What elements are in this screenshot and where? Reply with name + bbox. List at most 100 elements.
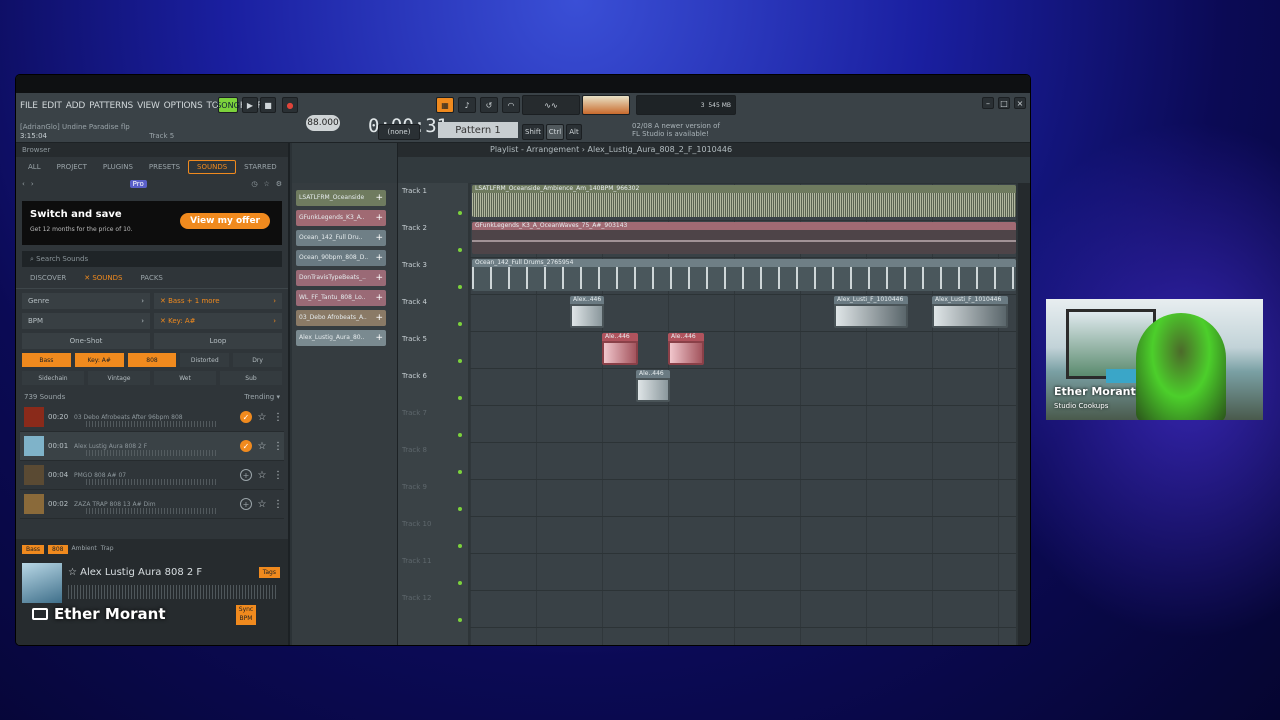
track-active-led[interactable] <box>458 507 462 511</box>
audio-clip[interactable]: GFunkLegends_K3_A_OceanWaves_75_A#_90314… <box>472 222 1016 254</box>
sound-row[interactable]: 00:02 ZAZA TRAP 808 13 A# Dim + ☆ ⋮ <box>20 490 284 519</box>
tab-all[interactable]: ALL <box>20 161 49 173</box>
player-tag[interactable]: Bass <box>22 545 45 554</box>
track-active-led[interactable] <box>458 322 462 326</box>
stop-button[interactable]: ■ <box>260 97 276 113</box>
subtab-sounds[interactable]: ✕ SOUNDS <box>84 274 122 282</box>
oneshot-toggle[interactable]: One-Shot <box>22 333 150 349</box>
countdown-button[interactable]: ◠ <box>502 97 520 113</box>
song-mode-button[interactable]: SONG <box>216 97 240 113</box>
sound-row[interactable]: 00:01 Alex Lustig Aura 808 2 F ✓ ☆ ⋮ <box>20 432 284 461</box>
track-label[interactable]: Track 6 <box>402 372 427 380</box>
filter-key[interactable]: ✕ Key: A# › <box>154 313 282 329</box>
track-active-led[interactable] <box>458 396 462 400</box>
add-icon[interactable]: + <box>240 498 252 510</box>
track-label[interactable]: Track 11 <box>402 557 431 565</box>
check-icon[interactable]: ✓ <box>240 411 252 423</box>
tab-presets[interactable]: PRESETS <box>141 161 188 173</box>
star-icon[interactable]: ☆ <box>256 441 268 452</box>
track-label[interactable]: Track 9 <box>402 483 427 491</box>
track-active-led[interactable] <box>458 433 462 437</box>
star-icon[interactable]: ☆ <box>256 470 268 481</box>
tag-distorted[interactable]: Distorted <box>180 353 230 367</box>
back-icon[interactable]: ‹ <box>22 180 25 188</box>
track-label[interactable]: Track 5 <box>402 335 427 343</box>
tab-starred[interactable]: STARRED <box>236 161 285 173</box>
tag-bass[interactable]: Bass <box>22 353 71 367</box>
menu-add[interactable]: ADD <box>66 101 86 111</box>
more-icon[interactable]: ⋮ <box>272 412 284 423</box>
channel-item[interactable]: GFunkLegends_K3_A.. + <box>296 210 386 226</box>
audio-clip[interactable]: Alex_Lusti_F_1010446 <box>932 296 1008 328</box>
track-active-led[interactable] <box>458 285 462 289</box>
menu-edit[interactable]: EDIT <box>42 101 62 111</box>
track-active-led[interactable] <box>458 211 462 215</box>
more-icon[interactable]: ⋮ <box>272 499 284 510</box>
tab-sounds[interactable]: SOUNDS <box>188 160 237 174</box>
add-icon[interactable]: + <box>375 333 383 343</box>
sound-row[interactable]: 00:20 03 Debo Afrobeats After 96bpm 808 … <box>20 403 284 432</box>
minimize-icon[interactable]: – <box>982 97 994 109</box>
sync-bpm-button[interactable]: Sync BPM <box>236 605 256 625</box>
add-icon[interactable]: + <box>375 253 383 263</box>
close-icon[interactable]: × <box>1014 97 1026 109</box>
track-label[interactable]: Track 3 <box>402 261 427 269</box>
add-icon[interactable]: + <box>240 469 252 481</box>
more-icon[interactable]: ⋮ <box>272 441 284 452</box>
track-label[interactable]: Track 4 <box>402 298 427 306</box>
channel-item[interactable]: 03_Debo Afrobeats_A.. + <box>296 310 386 326</box>
update-notice[interactable]: 02/08 A newer version of FL Studio is av… <box>632 122 722 138</box>
channel-item[interactable]: WL_FF_Tantu_808_Lo.. + <box>296 290 386 306</box>
menu-patterns[interactable]: PATTERNS <box>89 101 133 111</box>
search-input[interactable]: ⌕ Search Sounds <box>22 251 282 267</box>
play-button[interactable]: ▶ <box>242 97 258 113</box>
track-active-led[interactable] <box>458 359 462 363</box>
audio-clip[interactable]: Alex_Lusti_F_1010446 <box>834 296 908 328</box>
add-icon[interactable]: + <box>375 273 383 283</box>
more-icon[interactable]: ⋮ <box>272 470 284 481</box>
channel-item[interactable]: LSATLFRM_Oceanside + <box>296 190 386 206</box>
tag-808[interactable]: 808 <box>127 353 177 367</box>
track-label[interactable]: Track 1 <box>402 187 427 195</box>
star-icon[interactable]: ☆ <box>256 412 268 423</box>
channel-item[interactable]: Alex_Lustig_Aura_80.. + <box>296 330 386 346</box>
track-label[interactable]: Track 7 <box>402 409 427 417</box>
tag-wet[interactable]: Wet <box>154 371 216 385</box>
pattern-selector[interactable]: Pattern 1 <box>438 122 518 138</box>
filter-bass[interactable]: ✕ Bass + 1 more › <box>154 293 282 309</box>
player-tag[interactable]: Ambient <box>72 545 97 554</box>
gear-icon[interactable]: ⚙ <box>276 180 282 188</box>
menu-file[interactable]: FILE <box>20 101 38 111</box>
audio-clip[interactable]: Ale..446 <box>636 370 670 402</box>
ctrl-button[interactable]: Ctrl <box>546 124 564 140</box>
add-icon[interactable]: + <box>375 293 383 303</box>
subtab-discover[interactable]: DISCOVER <box>30 274 66 282</box>
clock-icon[interactable]: ◷ <box>251 180 257 188</box>
add-icon[interactable]: + <box>375 313 383 323</box>
shift-button[interactable]: Shift <box>522 124 544 140</box>
wait-button[interactable]: ↺ <box>480 97 498 113</box>
playlist-grid[interactable]: LSATLFRM_Oceanside_Ambience_Am_140BPM_96… <box>470 183 1016 645</box>
metronome-button[interactable]: ♪ <box>458 97 476 113</box>
sound-row[interactable]: 00:04 PMGO 808 A# 07 + ☆ ⋮ <box>20 461 284 490</box>
vertical-scrollbar[interactable] <box>1018 183 1030 645</box>
player-tag[interactable]: Trap <box>101 545 114 554</box>
star-icon[interactable]: ☆ <box>263 180 269 188</box>
loop-toggle[interactable]: Loop <box>154 333 282 349</box>
track-active-led[interactable] <box>458 544 462 548</box>
tab-plugins[interactable]: PLUGINS <box>95 161 141 173</box>
track-active-led[interactable] <box>458 470 462 474</box>
sort-select[interactable]: Trending ▾ <box>244 393 280 401</box>
channel-item[interactable]: Ocean_142_Full Dru.. + <box>296 230 386 246</box>
tempo-display[interactable]: 88.000 <box>306 115 340 131</box>
filter-genre[interactable]: Genre › <box>22 293 150 309</box>
alt-button[interactable]: Alt <box>566 124 582 140</box>
snap-select[interactable]: (none) <box>378 124 420 140</box>
player-tags-button[interactable]: Tags <box>258 567 280 578</box>
tag-sidechain[interactable]: Sidechain <box>22 371 84 385</box>
track-label[interactable]: Track 10 <box>402 520 431 528</box>
track-label[interactable]: Track 2 <box>402 224 427 232</box>
promo-cta-button[interactable]: View my offer <box>180 213 270 229</box>
player-waveform[interactable] <box>68 585 278 599</box>
track-label[interactable]: Track 8 <box>402 446 427 454</box>
